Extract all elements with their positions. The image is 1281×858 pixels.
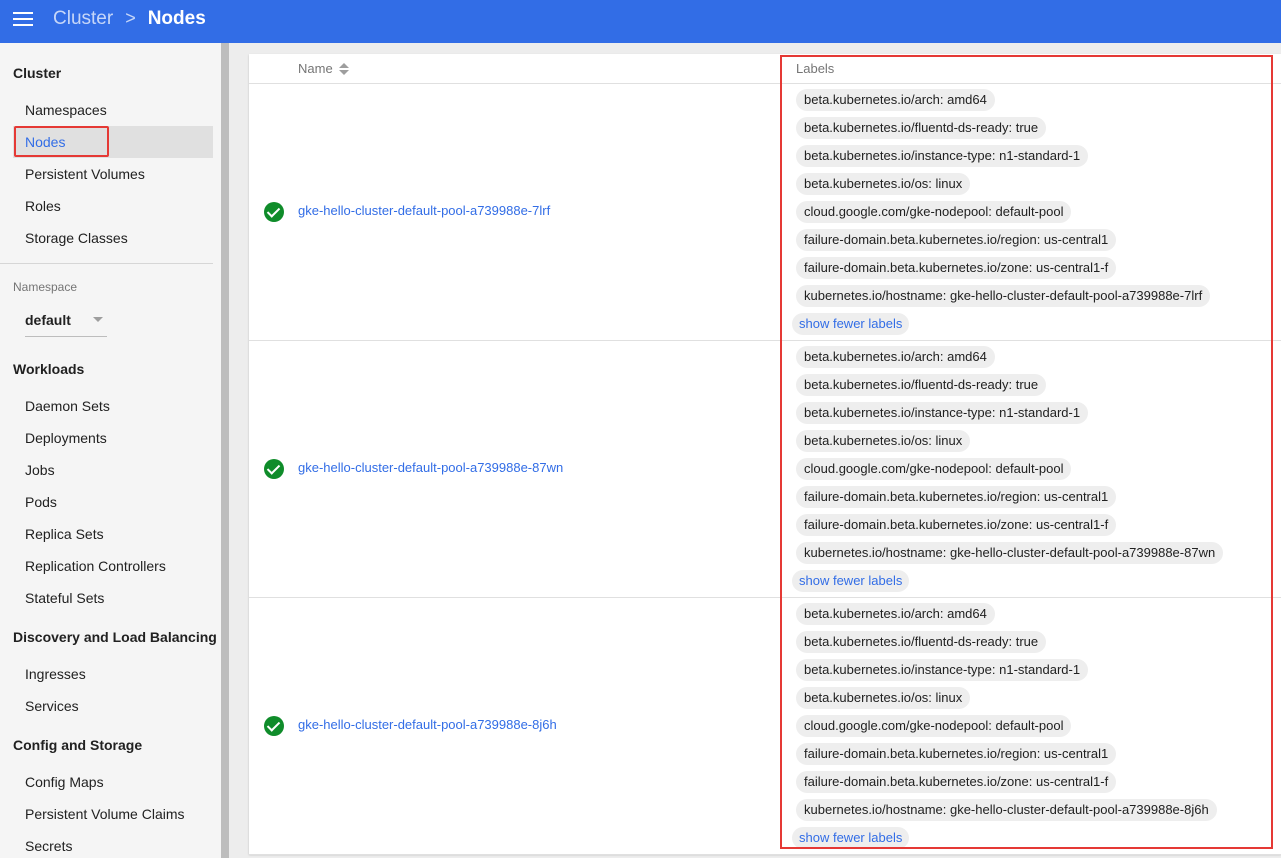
label-chip: cloud.google.com/gke-nodepool: default-p… xyxy=(796,715,1072,737)
sidebar-item-daemon-sets[interactable]: Daemon Sets xyxy=(13,390,213,422)
table-row: gke-hello-cluster-default-pool-a739988e-… xyxy=(249,84,1281,341)
sidebar-item-nodes[interactable]: Nodes xyxy=(13,126,213,158)
sidebar-item-persistent-volumes[interactable]: Persistent Volumes xyxy=(13,158,213,190)
node-name-link[interactable]: gke-hello-cluster-default-pool-a739988e-… xyxy=(298,203,550,218)
sidebar-item-stateful-sets[interactable]: Stateful Sets xyxy=(13,582,213,614)
caret-down-icon xyxy=(93,317,103,322)
check-circle-icon xyxy=(264,716,284,736)
label-chip: failure-domain.beta.kubernetes.io/region… xyxy=(796,743,1117,765)
namespace-select[interactable]: default xyxy=(25,305,107,337)
check-circle-icon xyxy=(264,459,284,479)
sidebar-section-cluster[interactable]: Cluster xyxy=(13,65,61,81)
column-header-name[interactable]: Name xyxy=(298,61,349,76)
sidebar-section-discovery[interactable]: Discovery and Load Balancing xyxy=(13,629,217,645)
label-chip: kubernetes.io/hostname: gke-hello-cluste… xyxy=(796,799,1217,821)
sidebar-item-deployments[interactable]: Deployments xyxy=(13,422,213,454)
label-chip: kubernetes.io/hostname: gke-hello-cluste… xyxy=(796,285,1211,307)
label-chip: failure-domain.beta.kubernetes.io/region… xyxy=(796,229,1117,251)
sidebar-item-ingresses[interactable]: Ingresses xyxy=(13,658,213,690)
label-chip: failure-domain.beta.kubernetes.io/zone: … xyxy=(796,771,1117,793)
label-chip: beta.kubernetes.io/os: linux xyxy=(796,687,971,709)
column-header-label: Name xyxy=(298,61,333,76)
label-chip: beta.kubernetes.io/os: linux xyxy=(796,430,971,452)
label-chip: beta.kubernetes.io/fluentd-ds-ready: tru… xyxy=(796,374,1047,396)
sidebar-item-secrets[interactable]: Secrets xyxy=(13,830,213,858)
menu-icon[interactable] xyxy=(13,11,33,26)
label-chip: beta.kubernetes.io/arch: amd64 xyxy=(796,346,995,368)
sidebar-item-pods[interactable]: Pods xyxy=(13,486,213,518)
label-chip: failure-domain.beta.kubernetes.io/region… xyxy=(796,486,1117,508)
namespace-label: Namespace xyxy=(13,280,78,294)
sidebar-divider xyxy=(0,263,213,264)
label-chip: beta.kubernetes.io/fluentd-ds-ready: tru… xyxy=(796,631,1047,653)
sort-icon[interactable] xyxy=(338,62,349,75)
labels-list: beta.kubernetes.io/arch: amd64 beta.kube… xyxy=(792,89,1276,335)
sidebar-item-namespaces[interactable]: Namespaces xyxy=(13,94,213,126)
breadcrumb-separator: > xyxy=(125,8,136,28)
show-fewer-labels-button[interactable]: show fewer labels xyxy=(792,570,910,592)
sidebar-item-config-maps[interactable]: Config Maps xyxy=(13,766,213,798)
page-title: Nodes xyxy=(147,7,206,29)
labels-list: beta.kubernetes.io/arch: amd64 beta.kube… xyxy=(792,603,1276,849)
labels-list: beta.kubernetes.io/arch: amd64 beta.kube… xyxy=(792,346,1276,592)
sidebar-item-replication-controllers[interactable]: Replication Controllers xyxy=(13,550,213,582)
label-chip: beta.kubernetes.io/arch: amd64 xyxy=(796,603,995,625)
label-chip: beta.kubernetes.io/instance-type: n1-sta… xyxy=(796,145,1089,167)
label-chip: beta.kubernetes.io/fluentd-ds-ready: tru… xyxy=(796,117,1047,139)
show-fewer-labels-button[interactable]: show fewer labels xyxy=(792,827,910,849)
label-chip: beta.kubernetes.io/os: linux xyxy=(796,173,971,195)
nodes-table: Name Labels gke-hello-cluster-default-po… xyxy=(249,54,1281,855)
label-chip: beta.kubernetes.io/arch: amd64 xyxy=(796,89,995,111)
label-chip: failure-domain.beta.kubernetes.io/zone: … xyxy=(796,514,1117,536)
sidebar-item-storage-classes[interactable]: Storage Classes xyxy=(13,222,213,254)
node-name-link[interactable]: gke-hello-cluster-default-pool-a739988e-… xyxy=(298,460,563,475)
sidebar: Cluster Namespaces Nodes Persistent Volu… xyxy=(0,43,221,858)
table-row: gke-hello-cluster-default-pool-a739988e-… xyxy=(249,598,1281,855)
label-chip: beta.kubernetes.io/instance-type: n1-sta… xyxy=(796,659,1089,681)
top-bar: Cluster > Nodes xyxy=(0,0,1281,43)
show-fewer-labels-button[interactable]: show fewer labels xyxy=(792,313,910,335)
column-header-labels: Labels xyxy=(796,61,835,76)
table-row: gke-hello-cluster-default-pool-a739988e-… xyxy=(249,341,1281,598)
check-circle-icon xyxy=(264,202,284,222)
label-chip: cloud.google.com/gke-nodepool: default-p… xyxy=(796,458,1072,480)
sidebar-item-persistent-volume-claims[interactable]: Persistent Volume Claims xyxy=(13,798,213,830)
sidebar-scrollbar[interactable] xyxy=(221,43,229,858)
sidebar-item-replica-sets[interactable]: Replica Sets xyxy=(13,518,213,550)
label-chip: cloud.google.com/gke-nodepool: default-p… xyxy=(796,201,1072,223)
sidebar-item-jobs[interactable]: Jobs xyxy=(13,454,213,486)
sidebar-section-workloads[interactable]: Workloads xyxy=(13,361,84,377)
sidebar-item-services[interactable]: Services xyxy=(13,690,213,722)
sidebar-section-config[interactable]: Config and Storage xyxy=(13,737,142,753)
nodes-highlight-box xyxy=(14,126,109,157)
namespace-value: default xyxy=(25,312,71,328)
sidebar-item-roles[interactable]: Roles xyxy=(13,190,213,222)
node-name-link[interactable]: gke-hello-cluster-default-pool-a739988e-… xyxy=(298,717,557,732)
label-chip: beta.kubernetes.io/instance-type: n1-sta… xyxy=(796,402,1089,424)
label-chip: failure-domain.beta.kubernetes.io/zone: … xyxy=(796,257,1117,279)
breadcrumb-cluster[interactable]: Cluster xyxy=(53,8,113,30)
table-header: Name Labels xyxy=(249,54,1281,84)
label-chip: kubernetes.io/hostname: gke-hello-cluste… xyxy=(796,542,1224,564)
